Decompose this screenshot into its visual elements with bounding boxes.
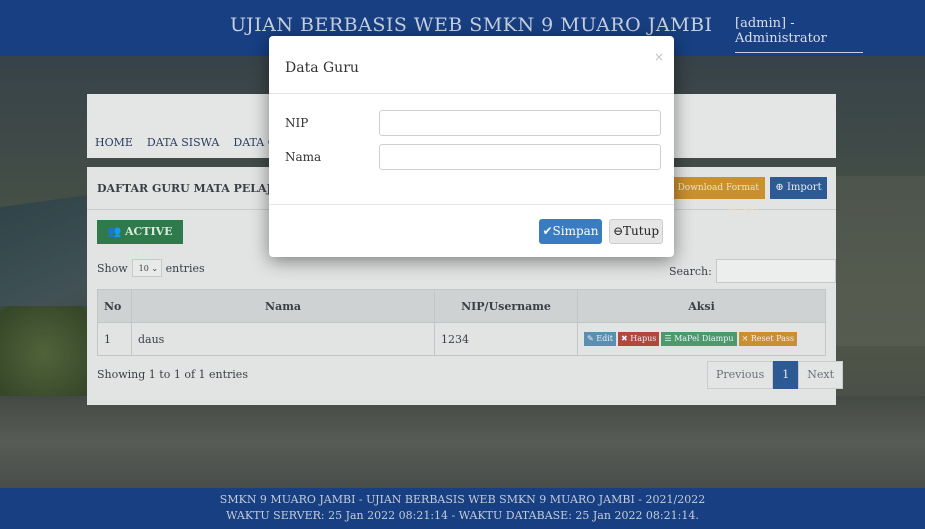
search-label: Search: <box>669 264 712 278</box>
table-header-row: No Nama NIP/Username Aksi <box>97 289 826 323</box>
active-all-button[interactable]: 👥 ACTIVE ALL <box>97 220 183 262</box>
footer-line-2: WAKTU SERVER: 25 Jan 2022 08:21:14 - WAK… <box>226 509 699 522</box>
modal-title: Data Guru <box>285 60 359 76</box>
nav-data-siswa[interactable]: DATA SISWA <box>147 136 219 149</box>
search-input[interactable] <box>715 259 836 283</box>
nama-input[interactable] <box>379 144 661 170</box>
tutup-label: Tutup <box>623 224 660 238</box>
import-icon: ⊕ <box>775 182 784 193</box>
edit-button[interactable]: ✎ Edit <box>584 332 616 346</box>
chevron-down-icon: ⌄ <box>151 264 159 273</box>
page-size-control: Show 10 ⌄ entries <box>97 259 205 277</box>
check-icon: ✔ <box>542 224 553 238</box>
mapel-button[interactable]: ☰ MaPel Diampu <box>661 332 737 346</box>
delete-button[interactable]: ✖ Hapus <box>617 332 660 346</box>
close-icon[interactable]: × <box>654 50 664 64</box>
reset-pass-button[interactable]: ⤨ Reset Pass <box>738 332 798 346</box>
nip-input[interactable] <box>379 110 661 136</box>
tutup-button[interactable]: ⊖Tutup <box>609 219 663 244</box>
entries-info: Showing 1 to 1 of 1 entries <box>97 368 248 381</box>
cell-aksi: ✎ Edit ✖ Hapus ☰ MaPel Diampu ⤨ Reset Pa… <box>577 322 826 356</box>
cell-nip: 1234 <box>434 322 578 356</box>
col-aksi[interactable]: Aksi <box>577 289 826 323</box>
cell-nama: daus <box>131 322 435 356</box>
users-icon: 👥 <box>107 225 122 238</box>
user-menu[interactable]: [admin] - Administrator <box>735 16 863 53</box>
cell-no: 1 <box>97 322 132 356</box>
nav-home[interactable]: HOME <box>95 136 133 149</box>
minus-circle-icon: ⊖ <box>612 224 624 238</box>
active-all-label: ACTIVE ALL <box>125 225 173 262</box>
nama-label: Nama <box>285 150 322 164</box>
data-guru-modal: Data Guru × NIP Nama ✔Simpan ⊖Tutup <box>269 36 674 257</box>
col-nip[interactable]: NIP/Username <box>434 289 578 323</box>
col-nama[interactable]: Nama <box>131 289 435 323</box>
entries-label: entries <box>165 261 205 275</box>
download-format-button[interactable]: Download Format Import <box>671 177 765 215</box>
nip-label: NIP <box>285 116 309 130</box>
save-button[interactable]: ✔Simpan <box>539 219 602 244</box>
show-label: Show <box>97 261 128 275</box>
table-row: 1 daus 1234 ✎ Edit ✖ Hapus ☰ MaPel Diamp… <box>97 322 826 356</box>
app-title: UJIAN BERBASIS WEB SMKN 9 MUARO JAMBI <box>230 14 713 36</box>
pagination: Previous 1 Next <box>707 361 844 389</box>
footer: SMKN 9 MUARO JAMBI - UJIAN BERBASIS WEB … <box>0 488 925 529</box>
prev-page-button[interactable]: Previous <box>707 361 774 389</box>
page-1-button[interactable]: 1 <box>773 361 799 389</box>
footer-line-1: SMKN 9 MUARO JAMBI - UJIAN BERBASIS WEB … <box>219 493 706 506</box>
save-label: Simpan <box>552 224 599 238</box>
col-no[interactable]: No <box>97 289 132 323</box>
page-size-select[interactable]: 10 ⌄ <box>131 259 162 277</box>
modal-footer: ✔Simpan ⊖Tutup <box>269 204 674 258</box>
next-page-button[interactable]: Next <box>798 361 844 389</box>
teacher-table: No Nama NIP/Username Aksi 1 daus 1234 ✎ … <box>97 289 826 356</box>
nama-row: Nama <box>285 144 661 170</box>
modal-header: Data Guru × <box>269 36 674 94</box>
search-control: Search: <box>669 259 836 283</box>
import-button[interactable]: ⊕ Import <box>770 177 827 199</box>
import-label: Import <box>786 182 822 193</box>
nip-row: NIP <box>285 110 661 136</box>
page-size-value: 10 <box>138 264 149 273</box>
